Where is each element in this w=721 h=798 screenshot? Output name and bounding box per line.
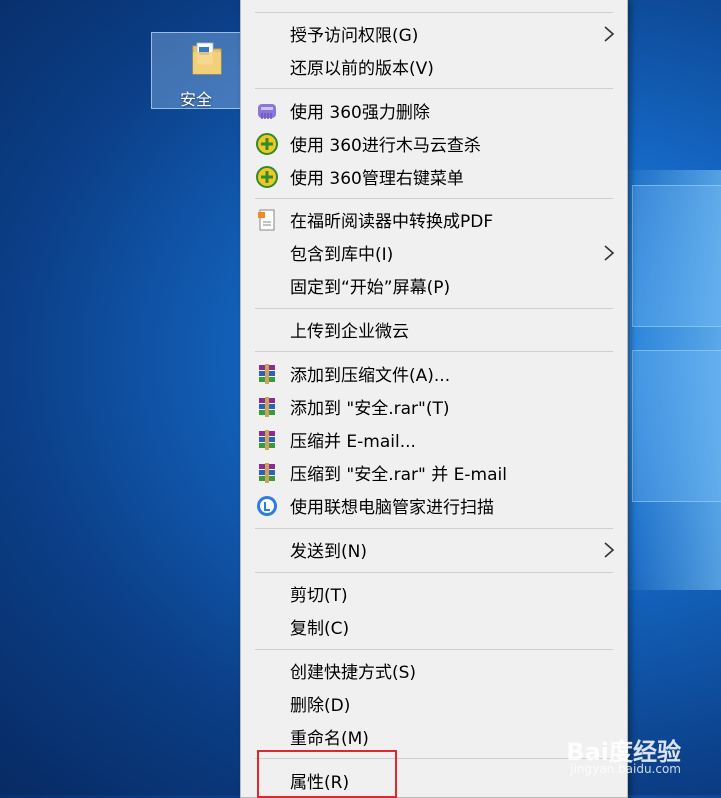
menu-item-cut[interactable]: 剪切(T) bbox=[241, 577, 627, 610]
lenovo-manager-icon bbox=[257, 496, 277, 516]
menu-separator bbox=[255, 572, 613, 573]
menu-item-send-to[interactable]: 发送到(N) bbox=[241, 533, 627, 566]
properties-highlight-annotation bbox=[257, 750, 397, 798]
chevron-right-icon bbox=[604, 542, 615, 558]
menu-item-copy[interactable]: 复制(C) bbox=[241, 610, 627, 643]
folder-label: 安全 bbox=[179, 90, 212, 109]
winrar-icon bbox=[259, 397, 275, 417]
menu-item-include-library[interactable]: 包含到库中(I) bbox=[241, 236, 627, 269]
menu-separator bbox=[255, 88, 613, 89]
context-menu: 授予访问权限(G) 还原以前的版本(V) 使用 360强力删除 使用 360进行… bbox=[240, 0, 628, 798]
menu-separator bbox=[255, 351, 613, 352]
menu-separator bbox=[255, 198, 613, 199]
menu-item-add-to-rar[interactable]: 添加到 "安全.rar"(T) bbox=[241, 390, 627, 423]
menu-item-add-archive[interactable]: 添加到压缩文件(A)... bbox=[241, 357, 627, 390]
chevron-right-icon bbox=[604, 26, 615, 42]
menu-item-compress-rar-email[interactable]: 压缩到 "安全.rar" 并 E-mail bbox=[241, 456, 627, 489]
menu-item-restore-versions[interactable]: 还原以前的版本(V) bbox=[241, 50, 627, 83]
menu-item-foxit-pdf[interactable]: 在福昕阅读器中转换成PDF bbox=[241, 203, 627, 236]
menu-item-360-trojan-scan[interactable]: 使用 360进行木马云查杀 bbox=[241, 127, 627, 160]
menu-separator bbox=[255, 308, 613, 309]
pdf-document-icon bbox=[258, 209, 275, 231]
menu-separator bbox=[255, 649, 613, 650]
winrar-icon bbox=[259, 364, 275, 384]
windows-logo-pane bbox=[632, 185, 721, 327]
menu-item-lenovo-scan[interactable]: 使用联想电脑管家进行扫描 bbox=[241, 489, 627, 522]
desktop-folder-icon[interactable]: 安全 bbox=[151, 32, 241, 109]
menu-item-pin-start[interactable]: 固定到“开始”屏幕(P) bbox=[241, 269, 627, 302]
360-shredder-icon bbox=[258, 104, 276, 119]
menu-item-360-force-delete[interactable]: 使用 360强力删除 bbox=[241, 94, 627, 127]
folder-icon bbox=[192, 42, 222, 75]
menu-item-compress-email[interactable]: 压缩并 E-mail... bbox=[241, 423, 627, 456]
menu-item-360-manage-menu[interactable]: 使用 360管理右键菜单 bbox=[241, 160, 627, 193]
chevron-right-icon bbox=[604, 245, 615, 261]
menu-separator bbox=[255, 528, 613, 529]
menu-item-create-shortcut[interactable]: 创建快捷方式(S) bbox=[241, 654, 627, 687]
360-plus-icon bbox=[256, 166, 278, 188]
menu-item-upload-weiyun[interactable]: 上传到企业微云 bbox=[241, 313, 627, 346]
winrar-icon bbox=[259, 463, 275, 483]
menu-item-delete[interactable]: 删除(D) bbox=[241, 687, 627, 720]
watermark-url: jingyan.baidu.com bbox=[570, 762, 681, 776]
winrar-icon bbox=[259, 430, 275, 450]
360-plus-icon bbox=[256, 133, 278, 155]
windows-logo-pane bbox=[632, 350, 721, 502]
menu-item-grant-access[interactable]: 授予访问权限(G) bbox=[241, 17, 627, 50]
menu-separator bbox=[255, 12, 613, 13]
